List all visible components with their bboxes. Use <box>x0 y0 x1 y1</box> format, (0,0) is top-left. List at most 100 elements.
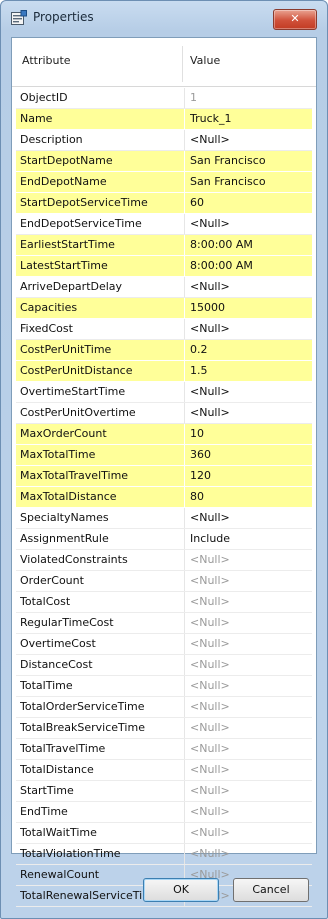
attribute-value: <Null> <box>190 700 230 713</box>
table-row[interactable]: OrderCount <Null> <box>16 571 312 592</box>
attribute-value[interactable]: <Null> <box>190 214 310 234</box>
attribute-value[interactable]: 8:00:00 AM <box>190 256 310 276</box>
attribute-value[interactable]: 360 <box>190 445 310 465</box>
attribute-name: OrderCount <box>20 574 84 587</box>
table-row[interactable]: TotalBreakServiceTime <Null> <box>16 718 312 739</box>
attribute-name: SpecialtyNames <box>20 511 109 524</box>
attribute-name: EndDepotName <box>20 175 107 188</box>
table-row[interactable]: TotalViolationTime <Null> <box>16 844 312 865</box>
table-row[interactable]: TotalWaitTime <Null> <box>16 823 312 844</box>
cell-divider <box>184 214 185 234</box>
attribute-value[interactable]: 1.5 <box>190 361 310 381</box>
table-row[interactable]: RegularTimeCost <Null> <box>16 613 312 634</box>
table-row[interactable]: MaxOrderCount 10 <box>16 424 312 445</box>
table-row[interactable]: CostPerUnitDistance 1.5 <box>16 361 312 382</box>
cell-divider <box>184 781 185 801</box>
attribute-value[interactable]: 10 <box>190 424 310 444</box>
table-row[interactable]: DistanceCost <Null> <box>16 655 312 676</box>
column-header-attribute[interactable]: Attribute <box>22 54 71 67</box>
cell-divider <box>184 592 185 612</box>
attribute-value[interactable]: San Francisco <box>190 151 310 171</box>
table-row[interactable]: StartDepotName San Francisco <box>16 151 312 172</box>
table-row[interactable]: FixedCost <Null> <box>16 319 312 340</box>
attribute-name: TotalOrderServiceTime <box>20 700 145 713</box>
table-row[interactable]: OvertimeStartTime <Null> <box>16 382 312 403</box>
attribute-name: Description <box>20 133 83 146</box>
table-row[interactable]: TotalCost <Null> <box>16 592 312 613</box>
cell-divider <box>184 193 185 213</box>
table-row[interactable]: Capacities 15000 <box>16 298 312 319</box>
attribute-value[interactable]: <Null> <box>190 403 310 423</box>
column-separator[interactable] <box>182 46 183 82</box>
attribute-value[interactable]: 15000 <box>190 298 310 318</box>
attribute-value[interactable]: San Francisco <box>190 172 310 192</box>
cell-divider <box>184 235 185 255</box>
cell-divider <box>184 613 185 633</box>
attribute-value: <Null> <box>190 826 230 839</box>
cell-divider <box>184 109 185 129</box>
attribute-value[interactable]: 120 <box>190 466 310 486</box>
attribute-value: <Null> <box>190 658 230 671</box>
attribute-value[interactable]: 8:00:00 AM <box>190 235 310 255</box>
table-row[interactable]: AssignmentRule Include <box>16 529 312 550</box>
table-row[interactable]: EndTime <Null> <box>16 802 312 823</box>
attribute-value[interactable]: 60 <box>190 193 310 213</box>
attribute-value[interactable]: 0.2 <box>190 340 310 360</box>
table-row[interactable]: MaxTotalTime 360 <box>16 445 312 466</box>
attribute-value[interactable]: Truck_1 <box>190 109 310 129</box>
attribute-name: MaxTotalTime <box>20 448 96 461</box>
cell-divider <box>184 676 185 696</box>
cancel-button[interactable]: Cancel <box>233 878 309 902</box>
table-row[interactable]: ArriveDepartDelay <Null> <box>16 277 312 298</box>
table-row[interactable]: EndDepotServiceTime <Null> <box>16 214 312 235</box>
table-row[interactable]: ViolatedConstraints <Null> <box>16 550 312 571</box>
ok-button[interactable]: OK <box>143 878 219 902</box>
attribute-name: TotalDistance <box>20 763 94 776</box>
dialog-buttons: OK Cancel <box>1 878 327 902</box>
attribute-value[interactable]: <Null> <box>190 277 310 297</box>
attribute-name: TotalBreakServiceTime <box>20 721 145 734</box>
cell-divider <box>184 550 185 570</box>
table-row[interactable]: TotalTravelTime <Null> <box>16 739 312 760</box>
grid-rows: ObjectID 1 Name Truck_1 Description <Null> Sta… <box>16 88 312 907</box>
attribute-value[interactable]: <Null> <box>190 382 310 402</box>
attribute-value: <Null> <box>190 847 230 860</box>
table-row[interactable]: EarliestStartTime 8:00:00 AM <box>16 235 312 256</box>
grid-header: Attribute Value <box>12 38 316 87</box>
cell-divider <box>184 445 185 465</box>
table-row[interactable]: StartDepotServiceTime 60 <box>16 193 312 214</box>
table-row[interactable]: OvertimeCost <Null> <box>16 634 312 655</box>
cell-divider <box>184 634 185 654</box>
title-bar[interactable]: Properties ✕ <box>1 1 327 35</box>
table-row[interactable]: TotalDistance <Null> <box>16 760 312 781</box>
table-row[interactable]: LatestStartTime 8:00:00 AM <box>16 256 312 277</box>
table-row[interactable]: MaxTotalDistance 80 <box>16 487 312 508</box>
attribute-value[interactable]: <Null> <box>190 130 310 150</box>
attribute-value[interactable]: 80 <box>190 487 310 507</box>
table-row[interactable]: StartTime <Null> <box>16 781 312 802</box>
attribute-name: EndTime <box>20 805 68 818</box>
cell-divider <box>184 739 185 759</box>
table-row[interactable]: Description <Null> <box>16 130 312 151</box>
table-row[interactable]: TotalOrderServiceTime <Null> <box>16 697 312 718</box>
attribute-value[interactable]: <Null> <box>190 319 310 339</box>
table-row[interactable]: CostPerUnitTime 0.2 <box>16 340 312 361</box>
attribute-name: EndDepotServiceTime <box>20 217 142 230</box>
attribute-name: DistanceCost <box>20 658 93 671</box>
cell-divider <box>184 256 185 276</box>
table-row[interactable]: ObjectID 1 <box>16 88 312 109</box>
attribute-name: ObjectID <box>20 91 68 104</box>
table-row[interactable]: TotalTime <Null> <box>16 676 312 697</box>
attribute-value: <Null> <box>190 742 230 755</box>
table-row[interactable]: SpecialtyNames <Null> <box>16 508 312 529</box>
attribute-name: TotalTravelTime <box>20 742 106 755</box>
attribute-name: MaxTotalDistance <box>20 490 117 503</box>
attribute-value[interactable]: <Null> <box>190 508 310 528</box>
table-row[interactable]: CostPerUnitOvertime <Null> <box>16 403 312 424</box>
table-row[interactable]: EndDepotName San Francisco <box>16 172 312 193</box>
column-header-value[interactable]: Value <box>190 54 220 67</box>
table-row[interactable]: Name Truck_1 <box>16 109 312 130</box>
close-button[interactable]: ✕ <box>273 9 317 30</box>
table-row[interactable]: MaxTotalTravelTime 120 <box>16 466 312 487</box>
attribute-value[interactable]: Include <box>190 529 310 549</box>
